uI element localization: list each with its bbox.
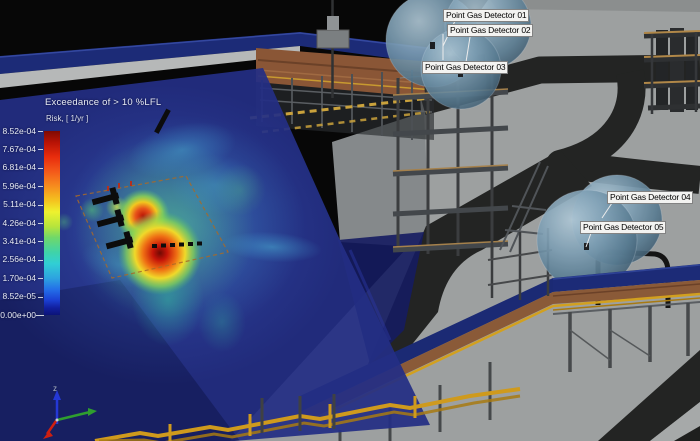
legend-tickmark <box>36 315 44 316</box>
legend-tickmark <box>38 223 43 224</box>
right-process-tower <box>644 28 700 114</box>
legend-tickmark <box>38 168 43 169</box>
legend-tickmark <box>38 149 43 150</box>
legend-tick: 8.52e-04 <box>0 126 36 137</box>
legend-tick: 0.00e+00 <box>0 310 36 321</box>
detector-label-03[interactable]: Point Gas Detector 03 <box>422 61 508 74</box>
3d-viewport[interactable]: Exceedance of > 10 %LFL Risk, [ 1/yr ] 8… <box>0 0 700 441</box>
legend-tick: 1.70e-04 <box>0 273 36 284</box>
legend-tickmark <box>38 186 43 187</box>
legend-tick: 6.81e-04 <box>0 162 36 173</box>
legend-tickmark <box>38 131 43 132</box>
legend-tick: 8.52e-05 <box>0 291 36 302</box>
legend-tick: 4.26e-04 <box>0 218 36 229</box>
legend-tickmark <box>38 241 43 242</box>
legend-unit-label: Risk, [ 1/yr ] <box>46 114 88 123</box>
legend-colorbar <box>44 131 60 315</box>
legend-tickmark <box>38 297 43 298</box>
detector-label-01[interactable]: Point Gas Detector 01 <box>443 9 529 22</box>
legend-tickmark <box>38 260 43 261</box>
axis-z-label: z <box>53 384 57 393</box>
detector-label-02[interactable]: Point Gas Detector 02 <box>447 24 533 37</box>
legend-tickmark <box>38 278 43 279</box>
legend-tick: 5.96e-04 <box>0 181 36 192</box>
detector-label-04[interactable]: Point Gas Detector 04 <box>607 191 693 204</box>
detector-label-05[interactable]: Point Gas Detector 05 <box>580 221 666 234</box>
legend-tickmark <box>38 205 43 206</box>
legend-tick: 5.11e-04 <box>0 199 36 210</box>
legend-tick: 3.41e-04 <box>0 236 36 247</box>
legend-tick: 2.56e-04 <box>0 254 36 265</box>
legend-tick: 7.67e-04 <box>0 144 36 155</box>
legend-title: Exceedance of > 10 %LFL <box>45 97 161 108</box>
risk-hotspot-primary <box>118 211 202 295</box>
